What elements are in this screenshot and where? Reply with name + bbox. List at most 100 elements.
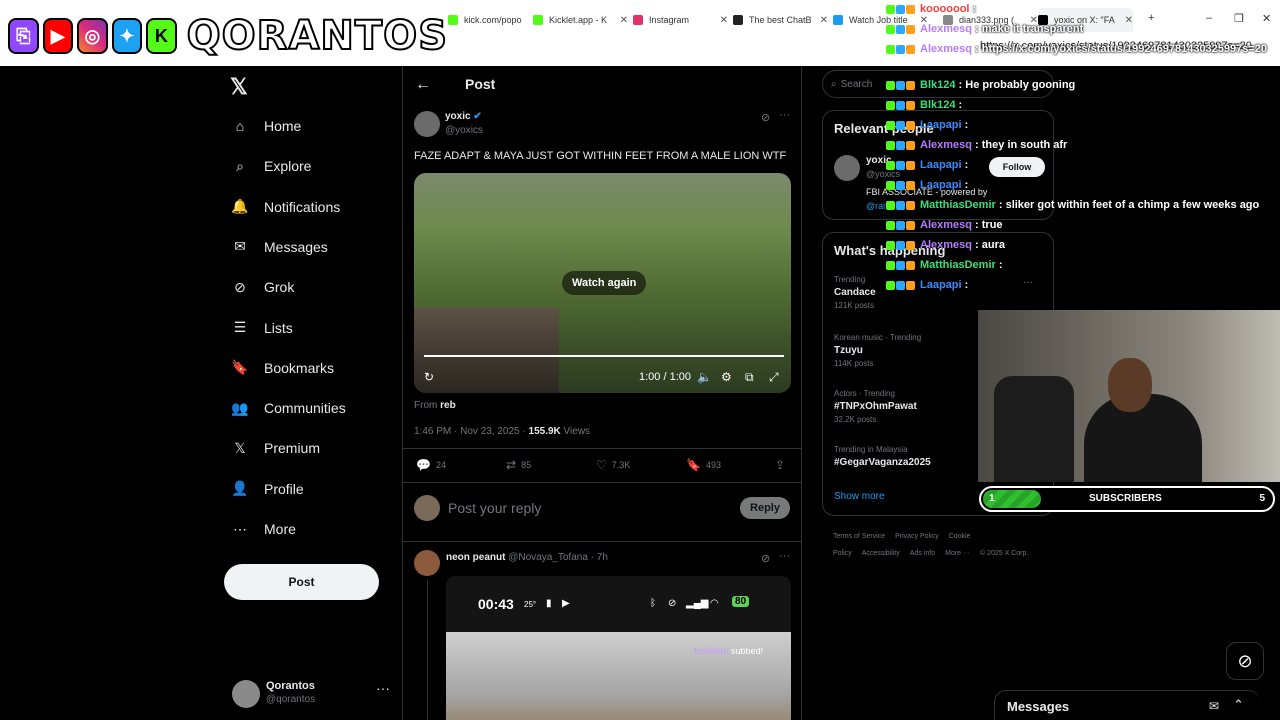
avatar[interactable] — [414, 550, 440, 576]
bookmark-action[interactable]: 🔖 493 — [686, 458, 721, 472]
footer-link[interactable]: Accessibility — [862, 550, 900, 557]
sub-goal-start: 1 — [989, 493, 995, 504]
account-switcher[interactable]: Qorantos @qorantos ··· — [230, 678, 394, 710]
expand-icon[interactable]: ⌃ — [1233, 697, 1244, 713]
trend-name: Candace — [834, 287, 876, 298]
nav-item-more[interactable]: ⋯ More — [230, 509, 296, 549]
nav-item-label: Communities — [264, 400, 346, 417]
footer-link[interactable]: © 2025 X Corp. — [980, 550, 1028, 557]
show-more-link[interactable]: Show more — [834, 491, 885, 502]
nav-item-messages[interactable]: ✉ Messages — [230, 227, 328, 267]
reply-input[interactable]: Post your reply — [448, 500, 541, 516]
more-dots-icon[interactable]: ··· — [779, 550, 790, 562]
nav-item-profile[interactable]: 👤 Profile — [230, 469, 303, 509]
settings-icon[interactable]: ⚙ — [721, 370, 732, 384]
compose-message-icon[interactable]: ✉ — [1209, 699, 1219, 713]
chat-username: Alexmesq — [920, 23, 972, 35]
repost-action[interactable]: ⇄ 85 — [506, 458, 531, 472]
reply-button[interactable]: Reply — [740, 497, 790, 519]
relevant-mention[interactable]: @rai — [866, 201, 885, 211]
footer-link[interactable]: More ··· — [945, 550, 970, 557]
nav-item-grok[interactable]: ⊘ Grok — [230, 267, 294, 307]
phone-time: 00:43 — [478, 596, 514, 612]
chat-text: aura — [981, 239, 1006, 251]
post-button[interactable]: Post — [224, 564, 379, 600]
grok-fab[interactable]: ⊘ — [1226, 642, 1264, 680]
list-icon: ☰ — [233, 319, 247, 335]
person-icon: 👤 — [231, 480, 249, 497]
tab-label: The best ChatB — [749, 15, 812, 25]
nav-item-bookmarks[interactable]: 🔖 Bookmarks — [230, 348, 334, 388]
chat-text: true — [981, 219, 1003, 231]
fullscreen-icon[interactable]: ⤢ — [769, 370, 779, 385]
footer-link[interactable]: Ads info — [910, 550, 935, 557]
share-action[interactable]: ⇪ — [775, 458, 790, 472]
nav-item-explore[interactable]: ⌕ Explore — [230, 146, 311, 186]
chat-username: Alexmesq — [920, 219, 972, 231]
messages-dock[interactable]: Messages ✉ ⌃ — [994, 690, 1260, 720]
trend-item[interactable]: Trending in Malaysia #GegarVaganza2025 — [834, 445, 931, 471]
close-tab-icon[interactable]: ✕ — [720, 15, 728, 26]
video-progress[interactable] — [424, 355, 784, 357]
nav-item-label: Grok — [264, 279, 295, 296]
back-arrow-icon[interactable]: ← — [415, 76, 431, 94]
browser-tab[interactable]: Kicklet.app - K ✕ — [533, 8, 628, 32]
nav-item-home[interactable]: ⌂ Home — [230, 106, 302, 146]
footer-link[interactable]: Terms of Service — [833, 533, 885, 540]
bluetooth-icon: ᛒ — [650, 598, 656, 609]
chat-badges — [886, 120, 916, 130]
more-dots-icon[interactable]: ··· — [779, 109, 790, 121]
watch-again-button[interactable]: Watch again — [562, 271, 647, 295]
trend-item[interactable]: Actors · Trending #TNPxOhmPawat 32.2K post… — [834, 389, 917, 424]
chat-message: kooooool : — [886, 0, 979, 18]
chat-text: they in south afr — [981, 139, 1068, 151]
like-action[interactable]: ♡ 7.3K — [596, 458, 630, 472]
nav-item-premium[interactable]: 𝕏 Premium — [230, 428, 320, 468]
view-count: 155.9K — [528, 426, 561, 437]
reply-author[interactable]: neon peanut @Novaya_Tofana · 7h — [446, 552, 608, 563]
from-source-link[interactable]: reb — [440, 400, 456, 411]
browser-tab[interactable]: The best ChatB ✕ — [733, 8, 828, 32]
chat-username: kooooool — [920, 3, 970, 15]
nav-item-label: Messages — [264, 238, 328, 255]
nav-item-notifications[interactable]: 🔔 Notifications — [230, 187, 340, 227]
reply-media[interactable]: 00:43 25° ▮ ▶ ᛒ ⊘ ▂▄▆ ◠ 80 fushiferu sub… — [446, 576, 791, 720]
sub-goal-label: SUBSCRIBERS — [1089, 493, 1162, 504]
battery-level: 80 — [732, 596, 750, 607]
chat-text: He probably gooning — [965, 79, 1076, 91]
chat-message: Alexmesq : aura — [886, 236, 1005, 254]
pip-icon[interactable]: ⧉ — [745, 370, 754, 385]
more-dots-icon[interactable]: ··· — [376, 680, 390, 696]
nav-item-label: Home — [264, 118, 302, 134]
reply-image: fushiferu subbed! — [446, 632, 791, 720]
nav-item-communities[interactable]: 👥 Communities — [230, 388, 346, 428]
x-logo-icon[interactable]: 𝕏 — [230, 74, 248, 100]
chat-message: Laapapi : — [886, 156, 971, 174]
trend-item[interactable]: Trending Candace 121K posts — [834, 275, 876, 310]
volume-icon[interactable]: 🔈 — [697, 370, 712, 384]
trend-item[interactable]: Korean music · Trending Tzuyu 114K posts — [834, 333, 921, 368]
footer-link[interactable]: Privacy Policy — [895, 533, 939, 540]
messages-dock-title: Messages — [1007, 699, 1070, 714]
chat-username: MatthiasDemir — [920, 259, 996, 271]
author-handle[interactable]: @yoxics — [445, 125, 483, 136]
nav-item-lists[interactable]: ☰ Lists — [230, 308, 293, 348]
trend-context: Trending — [834, 275, 866, 284]
search-icon: ⌕ — [831, 78, 837, 90]
video-player[interactable]: Watch again ↻ 1:00 / 1:00 🔈 ⚙ ⧉ ⤢ — [414, 173, 791, 393]
grok-icon[interactable]: ⊘ — [761, 111, 770, 124]
grok-icon[interactable]: ⊘ — [761, 552, 770, 565]
gaming-chair — [994, 376, 1074, 482]
close-tab-icon[interactable]: ✕ — [820, 15, 828, 26]
account-handle: @qorantos — [266, 694, 316, 705]
replay-icon[interactable]: ↻ — [424, 370, 434, 384]
chat-message: Alexmesq : https://x.com/yoxics/status/1… — [886, 40, 1267, 58]
close-tab-icon[interactable]: ✕ — [620, 15, 628, 26]
avatar[interactable] — [834, 155, 860, 181]
browser-tab[interactable]: Instagram ✕ — [633, 8, 728, 32]
browser-tab[interactable]: kick.com/popo✕ — [448, 8, 543, 32]
chat-badges — [886, 220, 916, 230]
author-name[interactable]: yoxic ✔ — [445, 111, 482, 122]
reply-action[interactable]: 💬 24 — [416, 458, 446, 472]
avatar[interactable] — [414, 111, 440, 137]
